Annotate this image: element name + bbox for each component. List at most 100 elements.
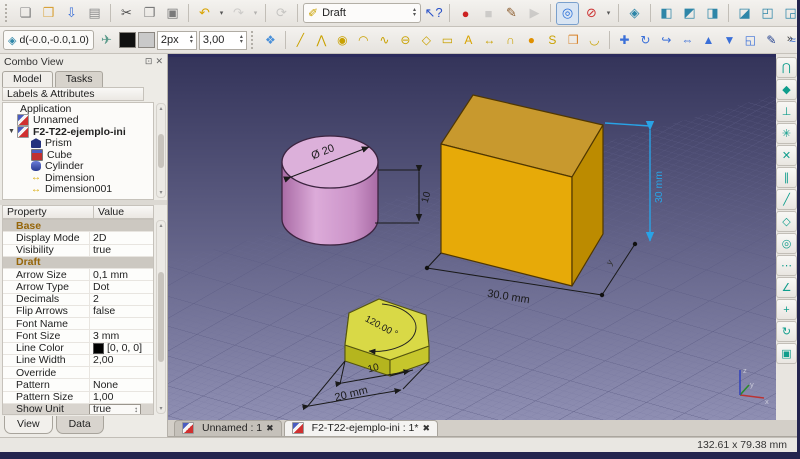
snap-ortho-icon[interactable]: +: [776, 299, 797, 320]
property-column-header[interactable]: Property: [3, 206, 94, 218]
tree-item[interactable]: Application: [3, 103, 153, 115]
snap-working-plane-icon[interactable]: ↻: [776, 321, 797, 342]
float-panel-icon[interactable]: ⊡: [145, 56, 153, 67]
snap-extension-icon[interactable]: ╱: [776, 189, 797, 210]
fit-all-button[interactable]: ◎: [556, 1, 579, 25]
draft-upgrade-button[interactable]: ▲: [699, 30, 718, 51]
redo-dropdown[interactable]: ▾: [251, 9, 260, 17]
draft-rectangle-button[interactable]: ▭: [438, 30, 457, 51]
fly-mode-icon[interactable]: ✈: [96, 30, 117, 51]
3d-viewport[interactable]: Ø 20 10 30.0 mm y 30 mm 120.00 ° 10 20 m…: [168, 54, 776, 420]
tab-data[interactable]: Data: [55, 416, 104, 434]
axonometric-view-button[interactable]: ◈: [624, 3, 645, 24]
property-value[interactable]: 2: [93, 293, 99, 305]
font-size-spinbox[interactable]: 3,00 ▴ ▾: [198, 30, 247, 50]
new-file-button[interactable]: ❏: [15, 3, 36, 24]
property-row[interactable]: Draft: [3, 256, 153, 269]
tab-tasks[interactable]: Tasks: [54, 71, 104, 87]
right-view-button[interactable]: ◨: [702, 3, 723, 24]
draft-ellipse-button[interactable]: ⊖: [396, 30, 415, 51]
save-button[interactable]: ⇩: [61, 3, 82, 24]
left-view-button[interactable]: ◲: [780, 3, 797, 24]
undo-dropdown[interactable]: ▾: [217, 9, 226, 17]
refresh-button[interactable]: ⟳: [271, 3, 292, 24]
top-view-button[interactable]: ◩: [679, 3, 700, 24]
tree-scrollbar[interactable]: ▴ ▾: [156, 103, 166, 198]
tree-item[interactable]: Unnamed: [3, 114, 153, 127]
redo-button[interactable]: ↷: [228, 3, 249, 24]
whats-this-button[interactable]: ↖?: [423, 3, 444, 24]
property-row[interactable]: Override: [3, 367, 153, 380]
tree-item[interactable]: Cube: [3, 148, 153, 161]
snap-lock-icon[interactable]: ⋂: [776, 57, 797, 78]
property-row[interactable]: Pattern None: [3, 379, 153, 392]
property-row[interactable]: Line Width 2,00: [3, 354, 153, 367]
property-value[interactable]: Dot: [93, 281, 109, 293]
snap-midpoint-icon[interactable]: ✕: [776, 145, 797, 166]
draft-bspline-button[interactable]: ∿: [375, 30, 394, 51]
property-row[interactable]: Line Color [0, 0, 0]: [3, 342, 153, 355]
line-color-swatch[interactable]: [118, 32, 136, 48]
macro-edit-button[interactable]: ✎: [501, 3, 522, 24]
property-value[interactable]: 2,00: [93, 354, 113, 366]
close-tab-icon[interactable]: ✖: [266, 423, 274, 434]
macro-play-button[interactable]: ▶: [524, 3, 545, 24]
property-value[interactable]: 3 mm: [93, 330, 119, 342]
draft-offset-button[interactable]: ↪: [657, 30, 676, 51]
draft-polygon-button[interactable]: ◇: [417, 30, 436, 51]
front-view-button[interactable]: ◧: [656, 3, 677, 24]
tab-view[interactable]: View: [4, 416, 53, 434]
property-value[interactable]: 1,00: [93, 391, 113, 403]
close-panel-icon[interactable]: ✕: [155, 56, 163, 67]
draft-facebinder-button[interactable]: ❒: [564, 30, 583, 51]
property-row[interactable]: Font Name: [3, 318, 153, 331]
tree-item[interactable]: Cylinder: [3, 160, 153, 172]
property-value[interactable]: 0,1 mm: [93, 269, 128, 281]
draft-line-button[interactable]: ╱: [291, 30, 310, 51]
property-row[interactable]: Show Unit true ↕: [3, 403, 153, 414]
draft-bezier-button[interactable]: ◡: [585, 30, 604, 51]
property-value[interactable]: true: [93, 403, 111, 414]
draft-edit-button[interactable]: ✎: [762, 30, 781, 51]
draft-trimex-button[interactable]: ⇔: [678, 30, 697, 51]
open-file-button[interactable]: ❒: [38, 3, 59, 24]
property-value[interactable]: None: [93, 379, 118, 391]
rear-view-button[interactable]: ◪: [734, 3, 755, 24]
toolbar-overflow-icon[interactable]: »: [787, 33, 793, 45]
snap-parallel-icon[interactable]: ∥: [776, 167, 797, 188]
tree-item[interactable]: ↔ Dimension: [3, 172, 153, 184]
draft-downgrade-button[interactable]: ▼: [720, 30, 739, 51]
bottom-view-button[interactable]: ◰: [757, 3, 778, 24]
property-value[interactable]: false: [93, 305, 115, 317]
cube-object[interactable]: [440, 94, 604, 287]
tree-item[interactable]: Prism: [3, 137, 153, 149]
property-row[interactable]: Arrow Type Dot: [3, 281, 153, 294]
property-row[interactable]: Pattern Size 1,00: [3, 391, 153, 404]
draft-arc3points-button[interactable]: ∩: [501, 30, 520, 51]
property-row[interactable]: Font Size 3 mm: [3, 330, 153, 343]
snap-intersection-icon[interactable]: ✳: [776, 123, 797, 144]
copy-button[interactable]: ❐: [139, 3, 160, 24]
snap-angle-icon[interactable]: ∠: [776, 277, 797, 298]
property-value[interactable]: [0, 0, 0]: [107, 342, 142, 354]
property-row[interactable]: Base: [3, 220, 153, 233]
snap-special-icon[interactable]: ◇: [776, 211, 797, 232]
draft-point-button[interactable]: ●: [522, 30, 541, 51]
close-tab-icon[interactable]: ✖: [422, 423, 430, 434]
draft-wire-button[interactable]: ⋀: [312, 30, 331, 51]
cut-button[interactable]: ✂: [116, 3, 137, 24]
draft-dimension-button[interactable]: ↔: [480, 30, 499, 51]
draw-style-dropdown[interactable]: ▾: [604, 9, 613, 17]
workbench-spinner-icon[interactable]: ▴ ▾: [413, 7, 416, 18]
paste-button[interactable]: ▣: [162, 3, 183, 24]
draft-arc-button[interactable]: ◠: [354, 30, 373, 51]
macro-record-button[interactable]: ●: [455, 3, 476, 24]
value-column-header[interactable]: Value: [94, 206, 128, 218]
snap-endpoint-icon[interactable]: ◆: [776, 79, 797, 100]
property-scrollbar[interactable]: ▴ ▾: [156, 220, 166, 414]
draft-circle-button[interactable]: ◉: [333, 30, 352, 51]
tree-item[interactable]: ↔ Dimension001: [3, 183, 153, 195]
draft-rotate-button[interactable]: ↻: [636, 30, 655, 51]
property-value[interactable]: 2D: [93, 232, 106, 244]
autogroup-button[interactable]: ❖: [261, 30, 280, 51]
